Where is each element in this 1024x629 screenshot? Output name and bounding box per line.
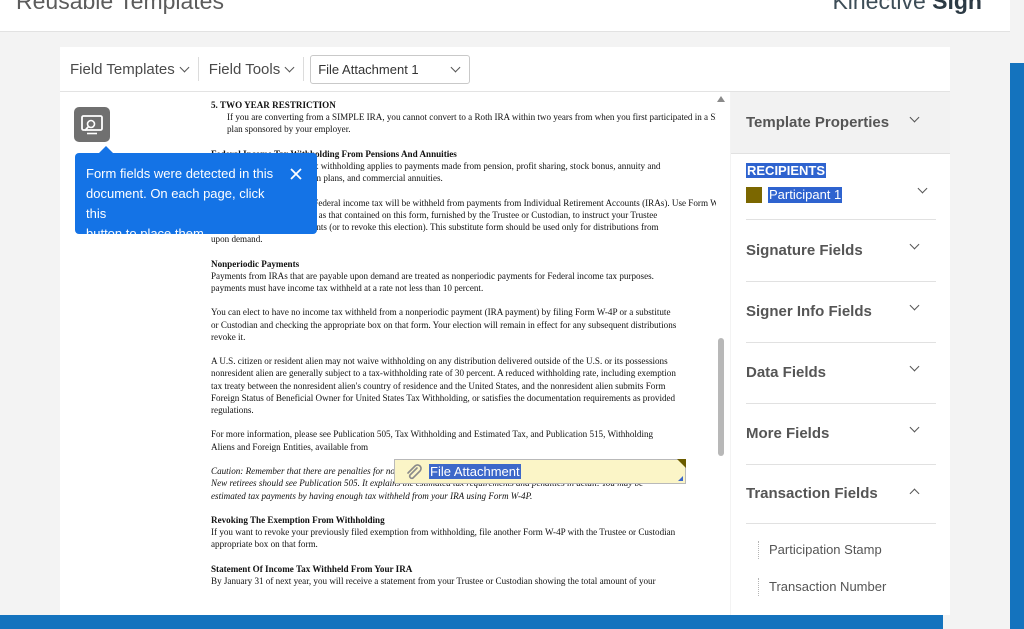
field-templates-dropdown[interactable]: Field Templates [60,47,198,92]
form-detect-icon [81,114,103,134]
participation-stamp-field[interactable]: Participation Stamp [758,541,882,559]
editor-toolbar: Field Templates Field Tools File Attachm… [60,47,950,92]
document-line: regulations. [211,405,254,416]
transaction-number-field[interactable]: Transaction Number [758,578,886,596]
field-owner-marker [677,459,686,468]
document-viewer[interactable]: 5. TWO YEAR RESTRICTION If you are conver… [60,92,730,615]
document-line: nonresident alien are generally subject … [211,368,676,379]
template-properties-header[interactable]: Template Properties [731,92,950,154]
document-line: Foreign Status of Beneficial Owner for U… [211,392,676,403]
tooltip-line-2: document. On each page, click this [86,186,265,221]
brand-name-bold: Sign [932,0,982,14]
document-line: You can elect to have no income tax with… [211,307,671,318]
tooltip-arrow [99,146,113,153]
paperclip-icon [407,464,422,480]
divider [746,281,936,282]
document-line: Revoking The Exemption From Withholding [211,514,385,525]
document-line: Statement Of Income Tax Withheld From Yo… [211,563,413,574]
transaction-fields-section[interactable]: Transaction Fields [746,485,878,502]
detect-fields-button[interactable] [74,107,110,142]
document-line: plan sponsored by your employer. [227,124,351,135]
bottom-accent-bar [0,615,943,629]
field-tools-dropdown[interactable]: Field Tools [199,47,303,92]
template-properties-title: Template Properties [746,114,890,131]
chevron-down-icon [179,62,190,72]
close-icon[interactable] [289,167,303,181]
signature-fields-section[interactable]: Signature Fields [746,242,863,259]
document-line: or Custodian and checking the appropriat… [211,319,677,330]
chevron-down-icon [909,112,920,123]
document-line: If you are converting from a SIMPLE IRA,… [227,112,716,123]
page-title: Reusable Templates [16,0,224,14]
document-line: If you want to revoke your previously fi… [211,527,676,538]
divider [746,464,936,465]
chevron-down-icon [450,62,461,72]
document-line: estimated tax payments by having enough … [211,490,533,501]
participant-color-swatch [746,187,762,203]
document-line: appropriate box on that form. [211,539,318,550]
data-fields-section[interactable]: Data Fields [746,364,826,381]
more-fields-section[interactable]: More Fields [746,425,829,442]
document-line: tax treaty between the nonresident alien… [211,380,666,391]
file-attachment-field[interactable]: File Attachment [394,459,686,484]
document-line: By January 31 of next year, you will rec… [211,575,656,586]
divider [746,342,936,343]
divider [746,523,936,524]
participant-name[interactable]: Participant 1 [768,187,843,203]
document-line: 5. TWO YEAR RESTRICTION [211,100,336,110]
chevron-down-icon[interactable] [909,422,920,433]
document-line: Payments from IRAs that are payable upon… [211,270,654,281]
signer-info-fields-section[interactable]: Signer Info Fields [746,303,872,320]
file-attachment-label: File Attachment [429,464,521,479]
form-fields-tooltip: Form fields were detected in this docume… [75,146,317,241]
chevron-down-icon[interactable] [917,183,928,194]
right-accent-bar [1010,63,1024,629]
tooltip-line-3: button to place them. [86,226,208,241]
recipients-label: RECIPIENTS [746,163,827,178]
document-scrollbar[interactable] [718,338,724,456]
resize-handle[interactable] [678,476,683,481]
tooltip-line-1: Form fields were detected in this [86,166,274,181]
scroll-up-arrow-icon[interactable] [717,96,725,102]
top-header: Reusable Templates Kinective Sign [0,0,1010,32]
document-line: Aliens and Foreign Entities, available f… [211,441,369,452]
chevron-up-icon[interactable] [909,488,920,499]
field-templates-label: Field Templates [70,60,175,78]
template-properties-panel: Template Properties RECIPIENTS Participa… [731,92,950,615]
document-line: A U.S. citizen or resident alien may not… [211,356,668,367]
toolbar-divider [303,57,305,81]
chevron-down-icon[interactable] [909,300,920,311]
field-select[interactable]: File Attachment 1 [310,54,471,84]
brand-name: Kinective [832,0,926,14]
document-line: revoke it. [211,331,246,342]
chevron-down-icon[interactable] [909,361,920,372]
document-line: payments must have income tax withheld a… [211,283,484,294]
field-select-value: File Attachment 1 [318,61,419,77]
document-line: Nonperiodic Payments [211,258,300,269]
chevron-down-icon[interactable] [909,239,920,250]
divider [746,219,936,220]
document-line: For more information, please see Publica… [211,429,654,440]
chevron-down-icon [284,62,295,72]
field-tools-label: Field Tools [208,60,281,78]
brand-logo: Kinective Sign [832,0,982,15]
divider [746,403,936,404]
